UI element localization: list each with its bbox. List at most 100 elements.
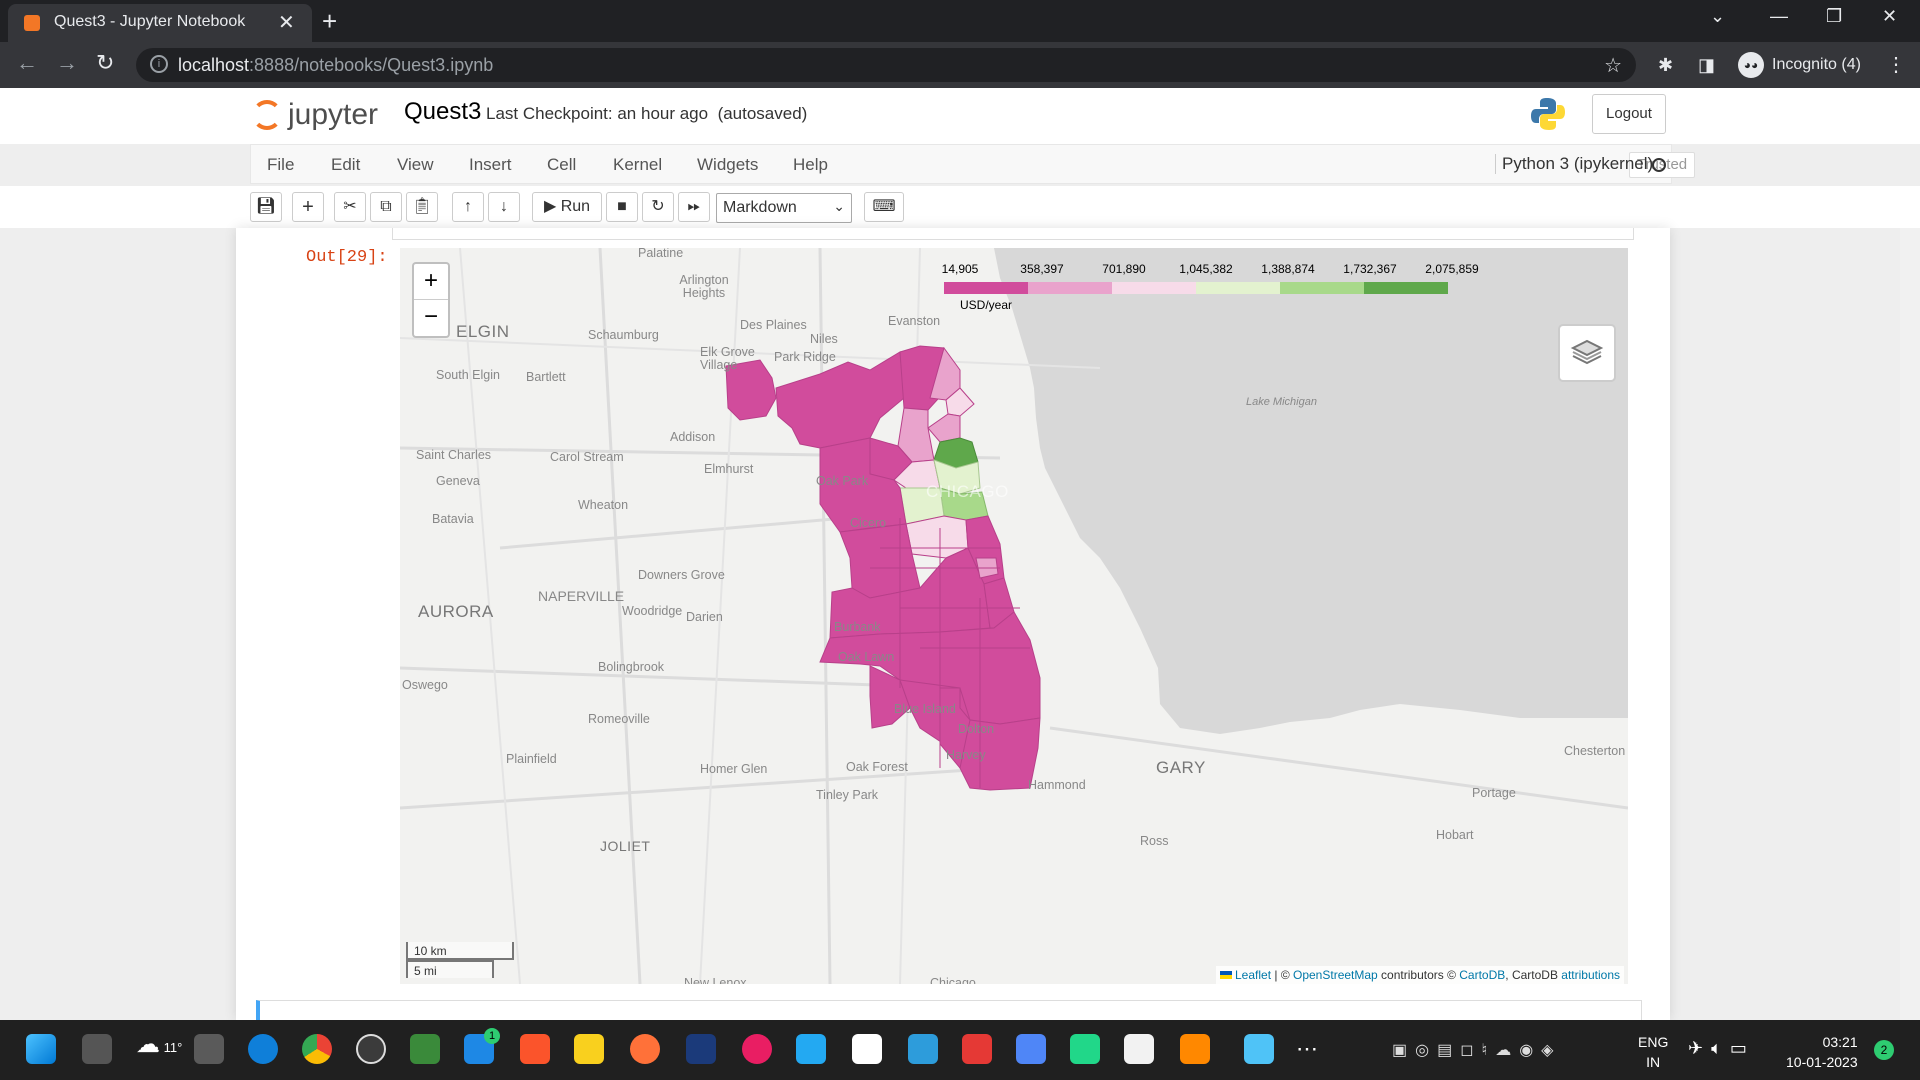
pycharm-icon[interactable] bbox=[1070, 1034, 1100, 1064]
sticky-notes-icon[interactable] bbox=[574, 1034, 604, 1064]
place-label: Elmhurst bbox=[704, 462, 754, 476]
back-arrow-icon[interactable]: ← bbox=[16, 50, 38, 76]
menu-widgets[interactable]: Widgets bbox=[697, 155, 758, 175]
vlc-icon[interactable] bbox=[1180, 1034, 1210, 1064]
output-prompt: Out[29]: bbox=[306, 248, 388, 267]
notebook-name[interactable]: Quest3 bbox=[404, 98, 481, 126]
language-indicator[interactable]: ENG IN bbox=[1638, 1032, 1668, 1072]
page-scrollbar[interactable] bbox=[1900, 228, 1920, 1020]
zoom-in-button[interactable]: + bbox=[414, 264, 448, 300]
forward-arrow-icon[interactable]: → bbox=[56, 50, 78, 76]
place-label: Oak Forest bbox=[846, 760, 908, 774]
more-apps-icon[interactable]: ⋯ bbox=[1296, 1036, 1318, 1062]
app-icon[interactable] bbox=[410, 1034, 440, 1064]
weather-widget[interactable]: ☁ 11° bbox=[136, 1030, 182, 1059]
app-icon[interactable] bbox=[686, 1034, 716, 1064]
python-logo-icon bbox=[1531, 98, 1565, 130]
side-panel-icon[interactable]: ◨ bbox=[1698, 55, 1715, 76]
chrome-browser-icon[interactable] bbox=[302, 1034, 332, 1064]
choropleth-map[interactable]: Palatine Arlington Heights Des Plaines E… bbox=[400, 248, 1628, 984]
bookmark-star-icon[interactable]: ☆ bbox=[1604, 53, 1622, 78]
firefox-browser-icon[interactable] bbox=[630, 1034, 660, 1064]
place-label: Evanston bbox=[888, 314, 941, 328]
interrupt-button[interactable]: ■ bbox=[606, 192, 638, 222]
place-label: Darien bbox=[686, 610, 723, 624]
notion-icon[interactable] bbox=[852, 1034, 882, 1064]
app-icon[interactable] bbox=[962, 1034, 992, 1064]
cell-type-select[interactable]: Markdown ⌄ bbox=[716, 193, 852, 223]
layer-control-button[interactable] bbox=[1558, 324, 1616, 382]
browser-menu-icon[interactable]: ⋮ bbox=[1886, 52, 1906, 77]
place-label: Niles bbox=[810, 332, 838, 346]
extensions-puzzle-icon[interactable]: ✱ bbox=[1658, 55, 1673, 76]
network-volume-battery-icons[interactable]: ✈🔈︎▭ bbox=[1688, 1038, 1755, 1059]
save-button[interactable]: 💾︎ bbox=[250, 192, 282, 222]
close-window-button[interactable]: ✕ bbox=[1882, 6, 1897, 27]
place-label: Oak Lawn bbox=[838, 650, 895, 664]
tab-close-icon[interactable]: ✕ bbox=[278, 10, 295, 35]
calculator-icon[interactable] bbox=[194, 1034, 224, 1064]
ms-store-icon[interactable] bbox=[1124, 1034, 1154, 1064]
attributions-link[interactable]: attributions bbox=[1561, 968, 1620, 982]
url-text[interactable]: localhost:8888/notebooks/Quest3.ipynb bbox=[178, 55, 493, 76]
media-player-icon[interactable] bbox=[742, 1034, 772, 1064]
insert-cell-button[interactable]: + bbox=[292, 192, 324, 222]
place-label: South Elgin bbox=[436, 368, 500, 382]
restart-button[interactable]: ↻ bbox=[642, 192, 674, 222]
browser-tab[interactable]: Quest3 - Jupyter Notebook ✕ bbox=[8, 4, 312, 42]
place-label: Wheaton bbox=[578, 498, 629, 512]
menu-edit[interactable]: Edit bbox=[331, 155, 360, 175]
paste-button[interactable]: 📋︎ bbox=[406, 192, 438, 222]
menu-insert[interactable]: Insert bbox=[469, 155, 512, 175]
edge-browser-icon[interactable] bbox=[248, 1034, 278, 1064]
start-button-windows-icon[interactable] bbox=[26, 1034, 56, 1064]
leaflet-link[interactable]: Leaflet bbox=[1235, 968, 1271, 982]
tasks-app-icon[interactable]: 1 bbox=[464, 1028, 500, 1064]
menu-help[interactable]: Help bbox=[793, 155, 828, 175]
notification-badge[interactable]: 2 bbox=[1874, 1040, 1894, 1060]
place-label: Portage bbox=[1472, 786, 1516, 800]
app-icon[interactable] bbox=[356, 1034, 386, 1064]
tasks-badge: 1 bbox=[484, 1028, 500, 1044]
lake-michigan-water bbox=[994, 248, 1628, 734]
move-down-button[interactable]: ↓ bbox=[488, 192, 520, 222]
system-tray-icons[interactable]: ▣◎▤◻♮☁◉◈ bbox=[1392, 1040, 1561, 1060]
menu-view[interactable]: View bbox=[397, 155, 434, 175]
taskbar-clock[interactable]: 03:21 10-01-2023 bbox=[1786, 1032, 1858, 1072]
task-view-icon[interactable] bbox=[82, 1034, 112, 1064]
cut-button[interactable]: ✂ bbox=[334, 192, 366, 222]
omnibox[interactable]: i localhost:8888/notebooks/Quest3.ipynb … bbox=[136, 48, 1636, 82]
fast-forward-icon: ⏩︎ bbox=[687, 198, 701, 215]
place-label: Arlington Heights bbox=[679, 273, 729, 300]
app-icon[interactable] bbox=[908, 1034, 938, 1064]
logout-button[interactable]: Logout bbox=[1592, 94, 1666, 134]
minimize-button[interactable]: — bbox=[1770, 6, 1788, 27]
incognito-profile-button[interactable]: ◕◕ Incognito (4) bbox=[1734, 48, 1862, 82]
cartodb-link[interactable]: CartoDB bbox=[1459, 968, 1505, 982]
app-icon[interactable] bbox=[1016, 1034, 1046, 1064]
copy-button[interactable]: ⧉ bbox=[370, 192, 402, 222]
vscode-icon[interactable] bbox=[796, 1034, 826, 1064]
zoom-out-button[interactable]: − bbox=[414, 300, 448, 336]
menu-cell[interactable]: Cell bbox=[547, 155, 576, 175]
notepad-icon[interactable] bbox=[1244, 1034, 1274, 1064]
place-label: Palatine bbox=[638, 248, 684, 260]
brave-browser-icon[interactable] bbox=[520, 1034, 550, 1064]
restore-button[interactable]: ❐ bbox=[1826, 6, 1842, 27]
place-label: Plainfield bbox=[506, 752, 557, 766]
site-info-icon[interactable]: i bbox=[150, 55, 168, 73]
menu-kernel[interactable]: Kernel bbox=[613, 155, 662, 175]
osm-link[interactable]: OpenStreetMap bbox=[1293, 968, 1378, 982]
reload-icon[interactable]: ↻ bbox=[96, 50, 114, 76]
profile-label: Incognito (4) bbox=[1772, 56, 1861, 73]
move-up-button[interactable]: ↑ bbox=[452, 192, 484, 222]
run-button[interactable]: ▶ Run bbox=[532, 192, 602, 222]
menu-file[interactable]: File bbox=[267, 155, 294, 175]
restart-run-all-button[interactable]: ⏩︎ bbox=[678, 192, 710, 222]
area-northwest bbox=[775, 351, 905, 449]
new-tab-button[interactable]: + bbox=[322, 6, 337, 37]
legend-swatch bbox=[944, 282, 1028, 294]
place-label: Saint Charles bbox=[416, 448, 492, 462]
command-palette-button[interactable]: ⌨ bbox=[864, 192, 904, 222]
tab-search-icon[interactable]: ⌄ bbox=[1710, 6, 1725, 27]
